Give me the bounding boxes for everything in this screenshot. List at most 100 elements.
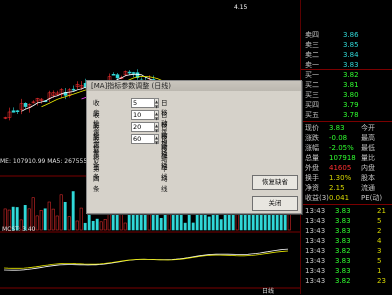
order-book-price: 3.80 <box>343 91 359 99</box>
candle-body <box>71 88 76 91</box>
tick-row: 13:43 3.83 1 <box>303 266 392 276</box>
order-book-label: 买一 <box>305 71 319 79</box>
candle-body <box>11 110 16 113</box>
stat-value: 107918 <box>329 154 356 162</box>
volume-bar <box>211 214 215 231</box>
volume-ma-info: ME: 107910.99 MA5: 267555.19 <box>0 158 97 165</box>
stat-row: 总量 107918 量比 <box>303 153 392 163</box>
stat-value: -0.08 <box>329 134 348 142</box>
stat-row: 涨跌 -0.08 最高 <box>303 133 392 143</box>
param-input-2[interactable] <box>131 110 155 120</box>
stat-row: 涨幅 -2.05% 最低 <box>303 143 392 153</box>
param-input-1[interactable] <box>131 98 155 108</box>
candle-body <box>15 110 20 112</box>
stat-label: 总量 <box>305 154 319 162</box>
ma-params-dialog: [MA]指标参数调整 (日线) 收盘价第一条 ▲▼ 日移动平均线 收盘价第二条 … <box>86 80 302 214</box>
tick-price: 3.82 <box>335 247 351 255</box>
param-label: 收盘价第四条 <box>93 135 100 193</box>
tick-row: 13:43 3.83 5 <box>303 216 392 226</box>
volume-bar <box>91 220 95 231</box>
stat-value: 2.15 <box>329 184 345 192</box>
stat-label: 换手 <box>305 174 319 182</box>
stat-label-2: 股本 <box>361 174 375 182</box>
param-spinner-icon[interactable]: ▲ ▼ <box>154 98 159 109</box>
candle-body <box>115 74 120 79</box>
tick-volume: 21 <box>377 207 386 215</box>
stat-value: 3.83 <box>329 124 345 132</box>
tick-price: 3.83 <box>335 237 351 245</box>
tick-volume: 5 <box>377 217 382 225</box>
tick-row: 13:43 3.83 5 <box>303 256 392 266</box>
order-book-label: 卖四 <box>305 31 319 39</box>
order-book-price: 3.79 <box>343 101 359 109</box>
volume-bar <box>191 222 195 231</box>
tick-price: 3.83 <box>335 207 351 215</box>
tick-time: 13:43 <box>305 237 326 245</box>
order-book-row: 买三 3.80 <box>303 90 392 100</box>
tick-price: 3.83 <box>335 217 351 225</box>
volume-bar <box>275 213 279 231</box>
volume-bar <box>95 218 99 231</box>
tick-time: 13:43 <box>305 247 326 255</box>
tick-volume: 3 <box>377 247 382 255</box>
tick-price: 3.83 <box>335 257 351 265</box>
param-spinner-icon[interactable]: ▲ ▼ <box>154 134 159 145</box>
order-book-price: 3.85 <box>343 41 359 49</box>
order-book-row: 卖四 3.86 <box>303 30 392 40</box>
stat-label-2: 今开 <box>361 124 375 132</box>
tick-volume: 23 <box>377 277 386 285</box>
stat-value: 1.30% <box>329 174 352 182</box>
volume-bar <box>63 201 67 231</box>
volume-bar <box>243 212 247 231</box>
param-spinner-icon[interactable]: ▲ ▼ <box>154 110 159 121</box>
tick-volume: 2 <box>377 227 382 235</box>
order-book-price: 3.78 <box>343 111 359 119</box>
volume-bar <box>71 191 75 231</box>
order-book-price: 3.82 <box>343 71 359 79</box>
candle-body <box>131 72 136 74</box>
stat-label-2: 最高 <box>361 134 375 142</box>
stat-value: -2.05% <box>329 144 354 152</box>
volume-bar <box>83 222 87 231</box>
order-book-price: 3.84 <box>343 51 359 59</box>
tick-time: 13:43 <box>305 257 326 265</box>
stat-label-2: 最低 <box>361 144 375 152</box>
restore-defaults-button[interactable]: 恢复缺省 <box>252 175 298 190</box>
tick-volume: 5 <box>377 257 382 265</box>
stat-label: 涨跌 <box>305 134 319 142</box>
param-spinner-icon[interactable]: ▲ ▼ <box>154 122 159 133</box>
order-book-label: 卖三 <box>305 41 319 49</box>
price-high-label: 4.15 <box>234 4 248 11</box>
tick-time: 13:43 <box>305 277 326 285</box>
dialog-title: [MA]指标参数调整 (日线) <box>87 81 301 91</box>
tick-time: 13:43 <box>305 207 326 215</box>
order-book-row: 卖三 3.85 <box>303 40 392 50</box>
stat-row: 净资 2.15 流通 <box>303 183 392 193</box>
order-book-price: 3.81 <box>343 81 359 89</box>
stat-label-2: 内盘 <box>361 164 375 172</box>
tick-price: 3.83 <box>335 267 351 275</box>
stat-label: 现价 <box>305 124 319 132</box>
close-button[interactable]: 关闭 <box>252 196 298 211</box>
stat-row: 外盘 41605 内盘 <box>303 163 392 173</box>
stat-label: 涨幅 <box>305 144 319 152</box>
tick-time: 13:43 <box>305 267 326 275</box>
order-book-row: 买五 3.78 <box>303 110 392 120</box>
param-input-3[interactable] <box>131 122 155 132</box>
stat-label: 收益(3) <box>305 194 329 202</box>
stat-value: 0.041 <box>329 194 350 202</box>
order-book-row: 买一 3.82 <box>303 70 392 80</box>
volume-bar <box>183 222 187 231</box>
stat-row: 现价 3.83 今开 <box>303 123 392 133</box>
volume-bar <box>43 208 47 231</box>
quote-panel: 卖四 3.86 卖三 3.85 卖二 3.84 卖一 3.83 买一 3.82 买二 3.81 买三 3.… <box>300 0 392 294</box>
stat-label: 外盘 <box>305 164 319 172</box>
tick-row: 13:43 3.82 3 <box>303 246 392 256</box>
param-input-4[interactable] <box>131 134 155 144</box>
tick-row: 13:43 3.83 2 <box>303 226 392 236</box>
candle-body <box>127 71 132 74</box>
order-book-label: 买五 <box>305 111 319 119</box>
volume-bar <box>207 216 211 231</box>
volume-bar <box>219 219 223 231</box>
stat-row: 换手 1.30% 股本 <box>303 173 392 183</box>
